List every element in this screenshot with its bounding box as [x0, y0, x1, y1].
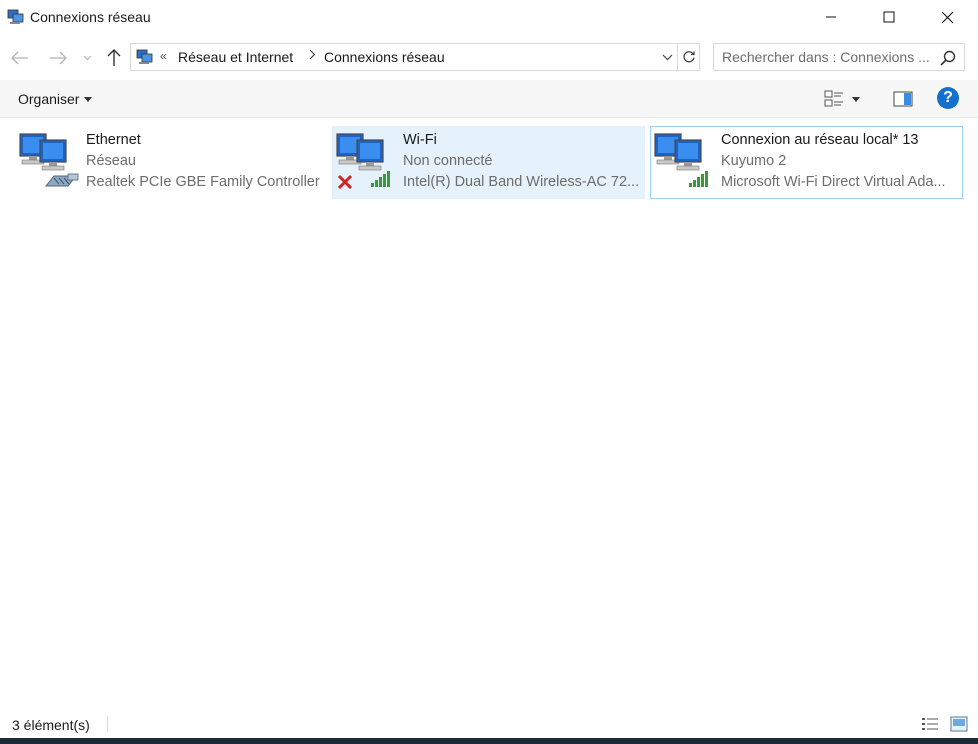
up-button[interactable] — [102, 46, 126, 70]
connection-name: Ethernet — [86, 132, 141, 148]
arrow-up-icon — [107, 49, 121, 66]
connection-item-local-13[interactable]: Connexion au réseau local* 13 Kuyumo 2 M… — [650, 126, 963, 199]
search-box[interactable] — [713, 43, 965, 71]
minimize-icon — [826, 16, 836, 18]
command-bar: Organiser ? — [0, 80, 978, 118]
chevron-down-icon — [662, 54, 672, 60]
connection-status: Non connecté — [403, 153, 493, 169]
search-input[interactable] — [722, 48, 932, 66]
connection-name: Wi-Fi — [403, 132, 437, 148]
large-icons-view-icon[interactable] — [950, 716, 968, 732]
close-icon — [941, 11, 953, 23]
taskbar-edge — [0, 738, 978, 744]
organiser-button[interactable]: Organiser — [18, 91, 93, 107]
caret-down-icon — [852, 96, 860, 102]
network-connections-icon — [7, 9, 24, 24]
status-separator — [107, 716, 108, 732]
window-title: Connexions réseau — [30, 9, 151, 25]
caret-down-icon — [84, 96, 93, 102]
minimize-button[interactable] — [808, 0, 854, 34]
ethernet-adapter-icon — [19, 133, 79, 187]
search-icon[interactable] — [940, 50, 956, 66]
address-bar[interactable]: « Réseau et Internet Connexions réseau — [130, 43, 700, 71]
connection-device: Realtek PCIe GBE Family Controller — [86, 174, 320, 190]
details-view-icon[interactable] — [921, 716, 939, 732]
maximize-button[interactable] — [866, 0, 912, 34]
chevron-down-icon — [83, 55, 91, 61]
breadcrumb-item[interactable]: Réseau et Internet — [178, 49, 293, 65]
connection-device: Microsoft Wi-Fi Direct Virtual Ada... — [721, 174, 946, 190]
address-dropdown-button[interactable] — [657, 44, 677, 70]
change-view-button[interactable] — [824, 88, 868, 110]
connection-name: Connexion au réseau local* 13 — [721, 132, 919, 148]
wifi-adapter-disconnected-icon — [336, 133, 390, 190]
refresh-button[interactable] — [677, 44, 699, 70]
help-icon: ? — [943, 89, 953, 106]
refresh-icon — [682, 51, 695, 63]
connection-device: Intel(R) Dual Band Wireless-AC 72... — [403, 174, 640, 190]
preview-pane-icon — [893, 91, 913, 107]
forward-button[interactable] — [46, 46, 70, 70]
connection-item-ethernet[interactable]: Ethernet Réseau Realtek PCIe GBE Family … — [15, 126, 328, 199]
connection-status: Réseau — [86, 153, 136, 169]
arrow-right-icon — [50, 51, 67, 65]
breadcrumb-separator-icon[interactable] — [309, 48, 316, 63]
arrow-left-icon — [11, 51, 28, 65]
recent-locations-button[interactable] — [78, 46, 96, 70]
close-button[interactable] — [924, 0, 970, 34]
wifi-adapter-icon — [654, 133, 708, 187]
back-button[interactable] — [8, 46, 32, 70]
preview-pane-button[interactable] — [892, 88, 914, 110]
view-options-icon — [824, 90, 843, 107]
connection-item-wifi[interactable]: Wi-Fi Non connecté Intel(R) Dual Band Wi… — [332, 126, 645, 199]
organiser-label: Organiser — [18, 91, 80, 107]
connection-status: Kuyumo 2 — [721, 153, 787, 169]
breadcrumb-overflow[interactable]: « — [160, 49, 167, 63]
title-bar: Connexions réseau — [0, 0, 978, 36]
item-count: 3 élément(s) — [12, 717, 90, 733]
network-connections-icon — [136, 49, 153, 64]
maximize-icon — [883, 11, 895, 23]
breadcrumb-item[interactable]: Connexions réseau — [324, 49, 445, 65]
status-bar: 3 élément(s) — [0, 710, 978, 738]
help-button[interactable]: ? — [937, 87, 959, 109]
